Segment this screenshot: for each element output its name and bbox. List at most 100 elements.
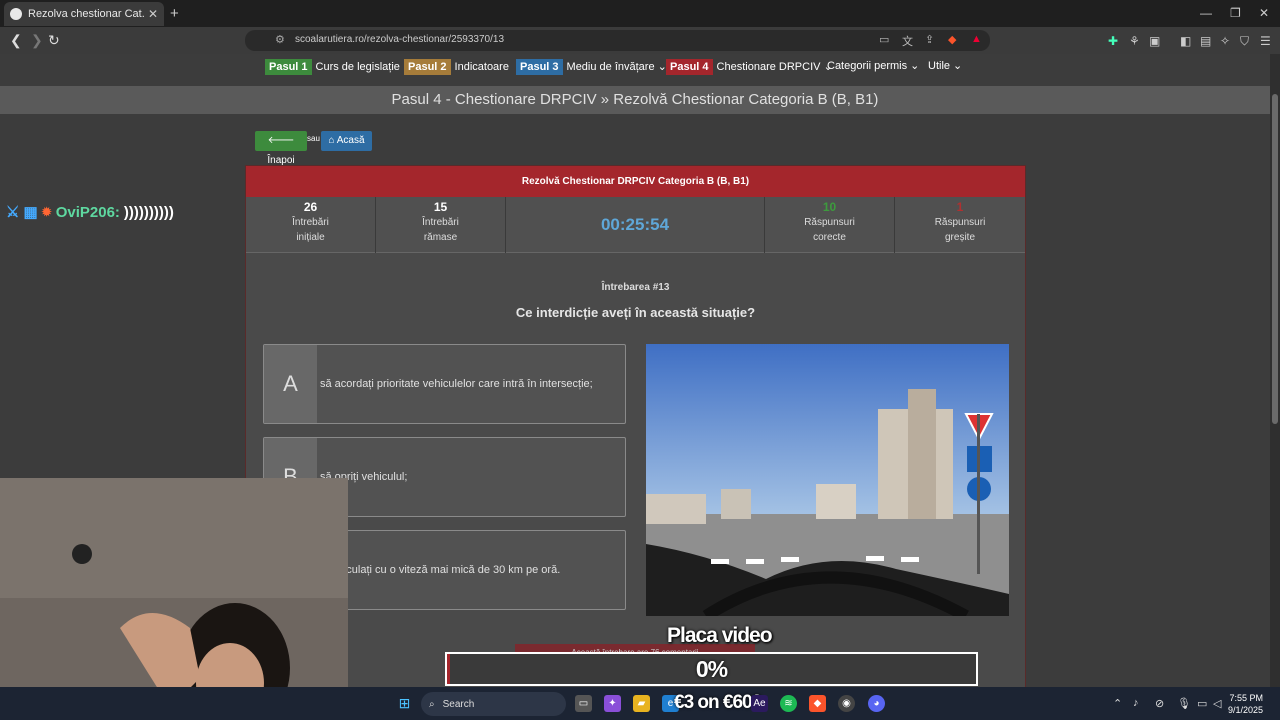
copilot-icon[interactable]: ✦ [604,695,621,712]
restore-icon[interactable]: ❐ [1230,6,1241,20]
reload-icon[interactable]: ↻ [48,32,60,49]
stat-label: Răspunsuri [934,217,986,228]
answer-option-a[interactable]: A să acordați prioritate vehiculelor car… [263,344,626,424]
file-explorer-icon[interactable]: ▰ [633,695,650,712]
step-badge: Pasul 1 [265,58,312,75]
search-label: Search [442,698,475,710]
discord-icon[interactable]: ◕ [868,695,885,712]
clock-time: 7:55 PM [1229,693,1264,703]
badge-icon: ▦ [23,204,38,221]
extension-icon[interactable]: ✚ [1108,34,1118,48]
taskbar-search[interactable]: ⌕ Search [421,692,566,716]
chat-username: OviP206: [55,203,120,221]
overlay-progress-bar: 0% [445,652,978,686]
chat-message: ⚔ ▦ ✹ OviP206: )))))))))) [6,203,174,222]
nav-pasul-1[interactable]: Pasul 1 Curs de legislație [265,57,400,76]
address-bar[interactable]: ⚙ scoalarutiera.ro/rezolva-chestionar/25… [245,30,990,51]
chat-text: )))))))))) [123,203,174,221]
back-button[interactable]: 🡐 Înapoi [255,131,307,166]
browser-toolbar: ❮ ❯ ↻ 🔖 ⚙ scoalarutiera.ro/rezolva-chest… [0,27,1280,54]
windows-start-icon[interactable]: ⊞ [396,695,413,712]
translate-icon[interactable]: 文 [902,33,913,49]
extensions-puzzle-icon[interactable]: ⚘ [1129,34,1140,48]
taskbar-clock[interactable]: 7:55 PM 9/1/2025 [1228,692,1263,716]
stat-wrong-answers: 1 Răspunsuri greșite [895,197,1025,253]
stat-initial-questions: 26 Întrebări inițiale [246,197,376,253]
question-image [646,344,1009,616]
close-window-icon[interactable]: ✕ [1259,6,1269,20]
brave-shields-icon[interactable]: ◆ [948,33,956,46]
vpn-icon[interactable]: ▤ [1200,34,1211,48]
site-settings-icon[interactable]: ⚙ [275,33,285,46]
quiz-panel: Rezolvă Chestionar DRPCIV Categoria B (B… [245,165,1026,695]
nav-pasul-4[interactable]: Pasul 4 Chestionare DRPCIV ⌄ [666,57,833,76]
stat-correct-answers: 10 Răspunsuri corecte [765,197,895,253]
page-title: Pasul 4 - Chestionare DRPCIV » Rezolvă C… [0,86,1270,114]
stat-label: corecte [813,232,846,243]
nav-utile[interactable]: Utile ⌄ [928,59,962,72]
spotify-icon[interactable]: ≋ [780,695,797,712]
url-text: scoalarutiera.ro/rezolva-chestionar/2593… [295,34,505,45]
step-badge: Pasul 3 [516,58,563,75]
minimize-icon[interactable]: — [1200,6,1212,20]
sword-icon: ⚔ [6,204,20,221]
browser-tab[interactable]: Rezolva chestionar Cat. B (B, B1) ✕ [4,2,164,26]
search-icon: ⌕ [429,698,435,710]
back-arrow-icon[interactable]: ❮ [10,32,22,49]
volume-icon[interactable]: ◁ [1213,697,1221,710]
stat-value: 1 [956,200,964,214]
tray-chevron-icon[interactable]: ⌃ [1113,697,1122,710]
stat-label: Răspunsuri [804,217,855,228]
brave-rewards-icon[interactable]: ▲ [971,33,982,45]
clock-date: 9/1/2025 [1228,705,1264,715]
step-badge: Pasul 4 [666,58,713,75]
task-view-icon[interactable]: ▭ [575,695,592,712]
shield-icon[interactable]: ⛉ [1240,34,1249,49]
brave-browser-icon[interactable]: ◆ [809,695,826,712]
stat-label: inițiale [296,232,325,243]
answer-text: să opriți vehiculul; [320,471,408,483]
leo-ai-icon[interactable]: ✧ [1220,34,1230,48]
stat-value: 26 [303,200,318,214]
webcam-overlay [0,478,348,720]
tab-close-icon[interactable]: ✕ [148,7,158,21]
cast-icon[interactable]: ▭ [879,33,889,46]
nav-label: Curs de legislație [315,60,400,73]
nav-label: Mediu de învățare ⌄ [566,61,667,73]
overlay-money-text: €3 on €600 [674,692,762,713]
menu-icon[interactable]: ☰ [1260,34,1271,48]
new-tab-icon[interactable]: + [170,5,179,22]
browser-tab-bar: Rezolva chestionar Cat. B (B, B1) ✕ + — … [0,0,1280,27]
forward-arrow-icon[interactable]: ❯ [31,32,43,49]
nav-pasul-2[interactable]: Pasul 2 Indicatoare [404,57,509,76]
nav-label: Chestionare DRPCIV ⌄ [716,61,833,73]
site-favicon-icon [10,8,22,20]
quiz-title: Rezolvă Chestionar DRPCIV Categoria B (B… [246,166,1025,197]
share-icon[interactable]: ⇪ [925,33,934,46]
nav-pasul-3[interactable]: Pasul 3 Mediu de învățare ⌄ [516,57,667,76]
stat-label: rămase [423,232,458,243]
home-button[interactable]: ⌂ Acasă [321,131,372,151]
stat-value: 10 [822,200,837,214]
answer-text: să acordați prioritate vehiculelor care … [320,378,593,390]
sidebar-icon[interactable]: ◧ [1180,34,1191,48]
speaker-icon[interactable]: ♪ [1133,697,1139,709]
page-scrollbar[interactable] [1270,54,1280,687]
tab-title: Rezolva chestionar Cat. B (B, B1) [28,8,144,20]
display-icon[interactable]: ▭ [1197,697,1207,710]
network-off-icon[interactable]: ⊘ [1155,697,1164,710]
question-text: Ce interdicție aveți în această situație… [515,305,756,320]
question-number: Întrebarea #13 [601,282,670,293]
scroll-thumb[interactable] [1272,94,1278,424]
obs-icon[interactable]: ◉ [838,695,855,712]
answer-letter: A [264,345,317,423]
stat-label: greșite [944,232,975,243]
site-navigation: Pasul 1 Curs de legislație Pasul 2 Indic… [0,54,1270,86]
nav-categorii-permis[interactable]: Categorii permis ⌄ [827,59,919,72]
stat-label: Întrebări [292,217,329,228]
after-effects-icon[interactable]: Ae [751,695,768,712]
microphone-icon[interactable]: 🎙 [1177,697,1191,710]
quiz-stats: 26 Întrebări inițiale 15 Întrebări rămas… [246,197,1025,253]
wallet-icon[interactable]: ▣ [1149,34,1160,48]
overlay-gpu-label: Placa video [667,624,773,647]
